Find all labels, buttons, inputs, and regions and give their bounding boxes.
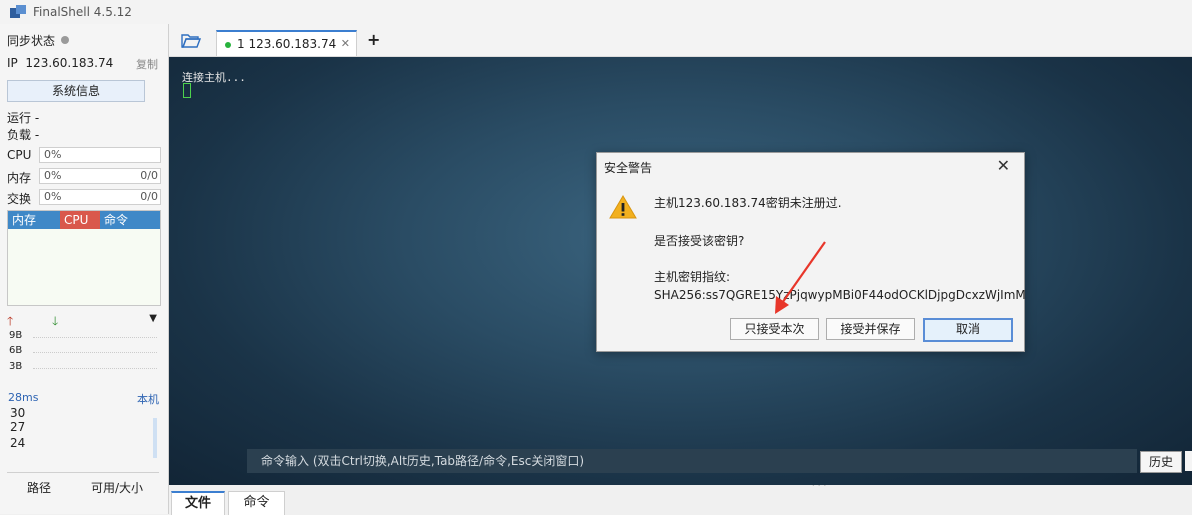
swap-value: 0% xyxy=(44,190,62,203)
close-tab-icon[interactable]: ✕ xyxy=(341,37,350,50)
command-input[interactable]: 命令输入 (双击Ctrl切换,Alt历史,Tab路径/命令,Esc关闭窗口) xyxy=(247,449,1137,473)
process-table-header: 内存 CPU 命令 xyxy=(8,211,160,229)
session-tab[interactable]: 1 123.60.183.74 ✕ xyxy=(216,30,357,56)
new-tab-plus-icon[interactable]: + xyxy=(367,30,380,49)
terminal-output: 连接主机... xyxy=(182,71,246,84)
process-table: 内存 CPU 命令 xyxy=(7,210,161,306)
proc-col-cmd[interactable]: 命令 xyxy=(104,211,128,229)
dialog-message-host: 主机123.60.183.74密钥未注册过. xyxy=(654,196,842,210)
tab-free-size[interactable]: 可用/大小 xyxy=(91,479,143,496)
connected-dot-icon xyxy=(225,42,231,48)
session-tab-label: 1 123.60.183.74 xyxy=(237,37,337,51)
sync-status: 同步状态 xyxy=(7,32,70,49)
sidebar: 同步状态 IP 123.60.183.74 复制 系统信息 运行 - 负载 - … xyxy=(0,24,169,514)
ip-value: 123.60.183.74 xyxy=(25,56,114,70)
tab-commands[interactable]: 命令 xyxy=(228,491,285,515)
net-tick: 9B xyxy=(9,330,23,341)
cpu-value: 0% xyxy=(44,148,62,161)
cpu-label: CPU xyxy=(7,148,32,162)
network-dropdown-icon[interactable]: ▼ xyxy=(149,313,157,324)
mem-label: 内存 xyxy=(7,171,32,185)
copy-ip-link[interactable]: 复制 xyxy=(136,56,158,72)
net-gridline xyxy=(33,352,157,353)
accept-once-button[interactable]: 只接受本次 xyxy=(730,318,819,340)
proc-col-cpu[interactable]: CPU xyxy=(60,211,100,229)
swap-meter: 0% 0/0 xyxy=(39,189,161,205)
ping-tick: 24 xyxy=(10,436,26,450)
dialog-title: 安全警告 xyxy=(604,161,653,175)
cpu-meter: 0% xyxy=(39,147,161,163)
security-warning-dialog: 安全警告 ✕ 主机123.60.183.74密钥未注册过. 是否接受该密钥? 主… xyxy=(596,152,1026,352)
ip-row: IP 123.60.183.74 xyxy=(7,56,113,70)
cancel-button[interactable]: 取消 xyxy=(923,318,1013,342)
sync-status-dot-icon xyxy=(61,36,70,44)
mem-value: 0% xyxy=(44,169,62,182)
dialog-message-question: 是否接受该密钥? xyxy=(654,234,745,248)
ping-tick: 30 xyxy=(10,406,26,420)
tab-files[interactable]: 文件 xyxy=(171,491,225,515)
sidebar-bottom-tabs: 路径 可用/大小 xyxy=(7,472,159,497)
swap-label: 交换 xyxy=(7,192,32,206)
ping-graph: 30 27 24 xyxy=(7,404,159,464)
mem-amount: 0/0 xyxy=(140,169,158,182)
swap-amount: 0/0 xyxy=(140,190,158,203)
proc-col-mem[interactable]: 内存 xyxy=(12,211,36,229)
ping-latency: 28ms xyxy=(8,391,39,404)
session-tab-bar: 1 123.60.183.74 ✕ + xyxy=(169,24,1192,57)
close-icon[interactable]: ✕ xyxy=(997,156,1010,175)
title-bar: FinalShell 4.5.12 xyxy=(0,0,1192,24)
net-gridline xyxy=(33,368,157,369)
history-button[interactable]: 历史 xyxy=(1140,451,1182,473)
net-gridline xyxy=(33,337,157,338)
terminal-cursor xyxy=(183,83,191,98)
net-tick: 3B xyxy=(9,361,23,372)
tab-path[interactable]: 路径 xyxy=(27,479,51,496)
sync-status-label: 同步状态 xyxy=(7,34,56,48)
network-arrows: 🡑 🡓 ▼ xyxy=(7,313,159,328)
app-title: FinalShell 4.5.12 xyxy=(33,5,132,19)
net-tick: 6B xyxy=(9,345,23,356)
ping-bar xyxy=(153,418,157,458)
folder-open-icon[interactable] xyxy=(181,32,201,48)
run-label: 运行 - xyxy=(7,111,40,125)
warning-icon xyxy=(609,195,637,219)
system-info-button[interactable]: 系统信息 xyxy=(7,80,145,102)
ip-label: IP xyxy=(7,56,18,70)
extra-button[interactable] xyxy=(1185,451,1192,471)
network-graph: 9B 6B 3B xyxy=(7,328,159,382)
dialog-fingerprint-value: SHA256:ss7QGRE15YzPjqwypMBi0F44odOCKlDjp… xyxy=(654,288,1026,302)
accept-save-button[interactable]: 接受并保存 xyxy=(826,318,915,340)
dialog-fingerprint-label: 主机密钥指纹: xyxy=(654,270,731,284)
load-label: 负载 - xyxy=(7,128,40,142)
bottom-panel-tabs: 文件 命令 xyxy=(169,486,1192,515)
mem-meter: 0% 0/0 xyxy=(39,168,161,184)
finalshell-logo-icon xyxy=(10,5,26,18)
ping-tick: 27 xyxy=(10,420,26,434)
